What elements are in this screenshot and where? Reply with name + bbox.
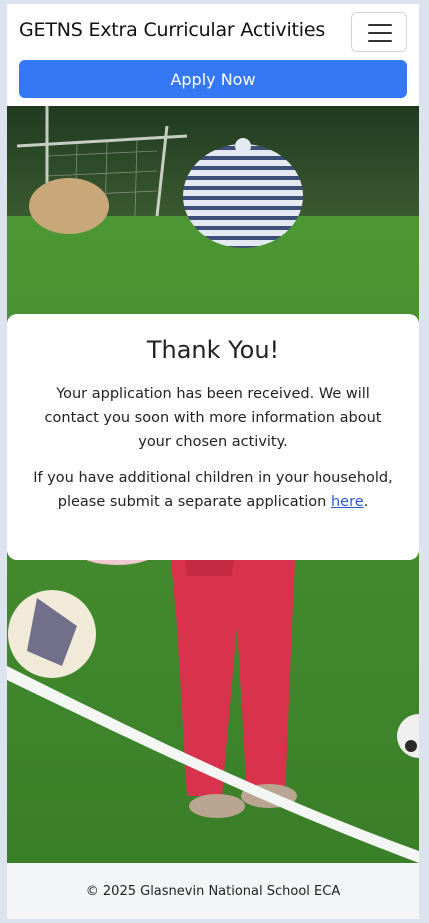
menu-toggle-button[interactable] <box>351 12 407 52</box>
thank-you-card: Thank You! Your application has been rec… <box>7 314 419 560</box>
additional-children-note: If you have additional children in your … <box>31 466 395 514</box>
hamburger-menu-icon <box>368 24 392 26</box>
new-application-link[interactable]: here <box>331 494 364 510</box>
thank-you-title: Thank You! <box>146 336 280 364</box>
additional-note-suffix: . <box>363 494 369 510</box>
navbar: GETNS Extra Curricular Activities Apply … <box>7 4 419 106</box>
footer-copyright: © 2025 Glasnevin National School ECA <box>85 883 341 899</box>
brand-title[interactable]: GETNS Extra Curricular Activities <box>19 19 325 41</box>
apply-now-button[interactable]: Apply Now <box>19 60 407 98</box>
footer: © 2025 Glasnevin National School ECA <box>7 863 419 919</box>
page-frame: GETNS Extra Curricular Activities Apply … <box>7 4 419 919</box>
hamburger-menu-icon-bar <box>368 40 392 42</box>
hamburger-menu-icon-bar <box>368 32 392 34</box>
hero-image: 82 Thank You! Your application has been … <box>7 106 419 863</box>
confirmation-message: Your application has been received. We w… <box>44 386 382 450</box>
